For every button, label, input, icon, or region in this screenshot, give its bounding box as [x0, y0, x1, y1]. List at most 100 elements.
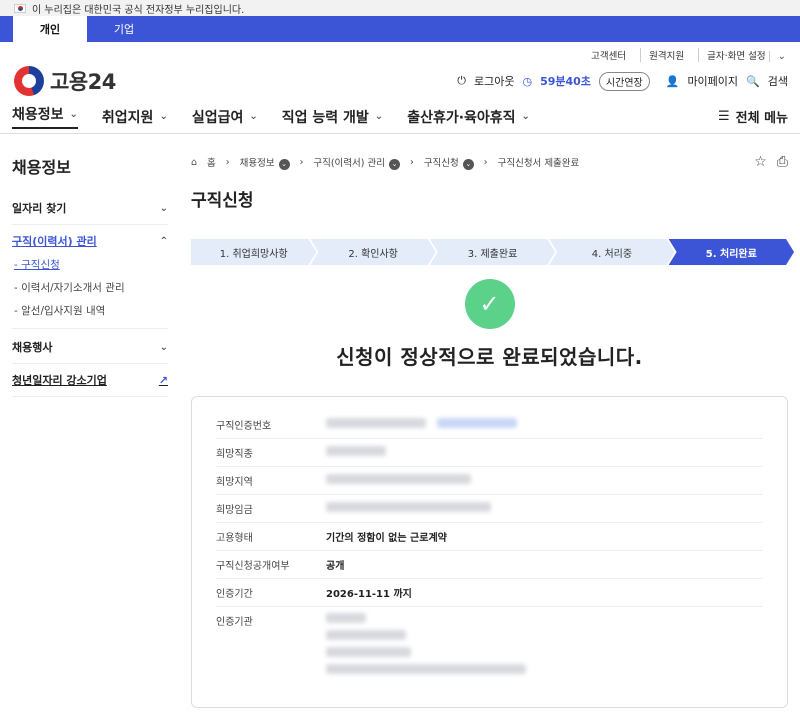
chevron-down-icon: ⌄ — [768, 51, 786, 62]
chevron-right-icon: › — [299, 156, 304, 168]
remote-support-link[interactable]: 원격지원 — [640, 48, 684, 62]
breadcrumb-label: 구직신청 — [423, 157, 459, 169]
application-summary: 구직인증번호 희망직종 희망지역 희망임금 고용형태 기간의 정함이 없는 근로… — [191, 396, 788, 708]
redacted-value — [326, 630, 406, 640]
detail-label: 인증기관 — [216, 617, 253, 628]
chevron-down-icon: ⌄ — [278, 158, 290, 170]
breadcrumb: ⌂ 홈 › 채용정보 ⌄ › 구직(이력서) 관리 ⌄ › 구직신청 ⌄ › 구직신청… — [191, 134, 788, 190]
chevron-down-icon: ⌄ — [521, 111, 530, 122]
side-nav-item-resume-management[interactable]: 구직(이력서) 관리 ⌃ — [12, 225, 168, 253]
detail-label: 인증기간 — [216, 589, 253, 600]
step-2: 2. 확인사항 — [310, 239, 435, 265]
breadcrumb-home[interactable]: 홈 — [207, 155, 216, 169]
gnb-label: 직업 능력 개발 — [281, 109, 369, 126]
side-nav-title: 채용정보 — [12, 158, 71, 177]
header-utilities: ⏻ 로그아웃 ◷ 59분40초 시간연장 👤 마이페이지 🔍 검색 — [457, 71, 788, 91]
side-nav-submenu: - 구직신청 - 이력서/자기소개서 관리 - 알선/입사지원 내역 — [12, 253, 168, 329]
korea-flag-icon — [14, 3, 26, 13]
gov-banner-text: 이 누리집은 대한민국 공식 전자정부 누리집입니다. — [32, 4, 245, 16]
side-nav-sub-resume[interactable]: - 이력서/자기소개서 관리 — [12, 276, 168, 299]
detail-row: 희망지역 — [216, 467, 763, 495]
side-nav-sub-referral-history[interactable]: - 알선/입사지원 내역 — [12, 299, 168, 322]
redacted-value — [326, 502, 491, 512]
breadcrumb-label: 구직(이력서) 관리 — [313, 157, 385, 169]
global-nav: 채용정보 ⌄ 취업지원 ⌄ 실업급여 ⌄ 직업 능력 개발 ⌄ 출산휴가·육아휴직 ⌄ ☰… — [0, 100, 800, 134]
site-logo[interactable]: 고용24 — [50, 66, 116, 96]
mypage-link[interactable]: 마이페이지 — [687, 73, 738, 89]
gnb-item-unemployment-benefit[interactable]: 실업급여 ⌄ — [192, 107, 258, 127]
redacted-value — [326, 647, 411, 657]
progress-steps: 1. 취업희망사항 2. 확인사항 3. 제출완료 4. 처리중 5. 처리완료 — [191, 239, 788, 265]
check-icon: ✓ — [464, 279, 515, 329]
cert-number-value — [326, 418, 518, 431]
side-nav-label: 청년일자리 강소기업 — [12, 374, 107, 387]
chevron-down-icon: ⌄ — [374, 111, 384, 122]
external-link-icon: ↗ — [158, 373, 168, 387]
government-logo-icon[interactable] — [14, 66, 44, 96]
utility-links: 고객센터 원격지원 글자·화면 설정 ⌄ — [0, 42, 800, 62]
search-icon[interactable]: 🔍 — [746, 75, 760, 88]
display-settings-label: 글자·화면 설정 — [707, 51, 766, 62]
customer-center-link[interactable]: 고객센터 — [591, 48, 626, 62]
side-nav: 채용정보 일자리 찾기 ⌄ 구직(이력서) 관리 ⌃ - 구직신청 - 이력서/자기… — [0, 134, 178, 708]
session-timer: 59분40초 — [540, 75, 591, 88]
search-button[interactable]: 검색 — [768, 73, 788, 89]
header: 고용24 ⏻ 로그아웃 ◷ 59분40초 시간연장 👤 마이페이지 🔍 검색 — [0, 62, 800, 100]
gnb-label: 출산휴가·육아휴직 — [407, 109, 516, 126]
redacted-value — [326, 664, 526, 674]
chevron-down-icon: ⌄ — [159, 111, 168, 122]
tab-personal[interactable]: 개인 — [13, 16, 87, 42]
redacted-value — [326, 613, 366, 623]
display-settings-link[interactable]: 글자·화면 설정 ⌄ — [698, 48, 786, 62]
hamburger-icon: ☰ — [717, 109, 730, 124]
detail-label: 희망직종 — [216, 449, 253, 460]
gnb-label: 취업지원 — [101, 109, 154, 126]
gnb-item-parental-leave[interactable]: 출산휴가·육아휴직 ⌄ — [407, 107, 530, 127]
side-nav-label: 일자리 찾기 — [12, 202, 67, 215]
public-status-value: 공개 — [326, 561, 345, 572]
detail-row: 구직인증번호 — [216, 411, 763, 439]
detail-row: 인증기간 2026-11-11 까지 — [216, 579, 763, 607]
step-3: 3. 제출완료 — [430, 239, 555, 265]
redacted-button — [437, 418, 518, 428]
chevron-up-icon: ⌃ — [159, 235, 168, 247]
side-nav-sub-job-application[interactable]: - 구직신청 — [12, 253, 168, 276]
side-nav-item-find-jobs[interactable]: 일자리 찾기 ⌄ — [12, 192, 168, 225]
logout-icon: ⏻ — [457, 74, 466, 87]
extend-session-button[interactable]: 시간연장 — [598, 71, 650, 91]
breadcrumb-job-application[interactable]: 구직신청 ⌄ — [424, 155, 474, 170]
desired-region-value — [326, 474, 471, 487]
home-icon[interactable]: ⌂ — [191, 157, 197, 168]
detail-row: 희망임금 — [216, 495, 763, 523]
star-icon[interactable]: ☆ — [754, 154, 767, 170]
step-5-current: 5. 처리완료 — [669, 239, 794, 265]
chevron-down-icon: ⌄ — [389, 158, 400, 170]
side-nav-item-youth-companies[interactable]: 청년일자리 강소기업 ↗ — [12, 364, 168, 397]
detail-label: 희망임금 — [216, 505, 253, 516]
chevron-right-icon: › — [225, 156, 230, 168]
tab-business[interactable]: 기업 — [87, 16, 161, 42]
side-nav-label: 채용행사 — [12, 341, 53, 354]
step-1: 1. 취업희망사항 — [191, 239, 316, 265]
chevron-down-icon: ⌄ — [462, 158, 474, 170]
gnb-item-employment-support[interactable]: 취업지원 ⌄ — [102, 107, 168, 127]
print-icon[interactable]: ⎙ — [777, 154, 788, 170]
gnb-item-jobs[interactable]: 채용정보 ⌄ — [12, 104, 78, 129]
user-icon: 👤 — [665, 74, 680, 88]
gnb-label: 채용정보 — [12, 107, 64, 123]
detail-row: 구직신청공개여부 공개 — [216, 551, 763, 579]
redacted-value — [326, 474, 471, 484]
gov-banner: 이 누리집은 대한민국 공식 전자정부 누리집입니다. — [0, 0, 800, 16]
chevron-right-icon: › — [483, 156, 488, 168]
cert-period-value: 2026-11-11 까지 — [326, 589, 412, 600]
redacted-value — [326, 418, 426, 428]
breadcrumb-resume-management[interactable]: 구직(이력서) 관리 ⌄ — [313, 155, 400, 170]
step-4: 4. 처리중 — [549, 239, 674, 265]
clock-icon: ◷ — [522, 74, 533, 88]
breadcrumb-jobs[interactable]: 채용정보 ⌄ — [240, 155, 290, 170]
all-menu-button[interactable]: ☰ 전체 메뉴 — [718, 107, 788, 126]
detail-label: 구직신청공개여부 — [216, 561, 290, 572]
logout-button[interactable]: 로그아웃 — [474, 73, 514, 89]
side-nav-item-job-events[interactable]: 채용행사 ⌄ — [12, 331, 168, 364]
gnb-item-vocational-training[interactable]: 직업 능력 개발 ⌄ — [282, 107, 383, 127]
